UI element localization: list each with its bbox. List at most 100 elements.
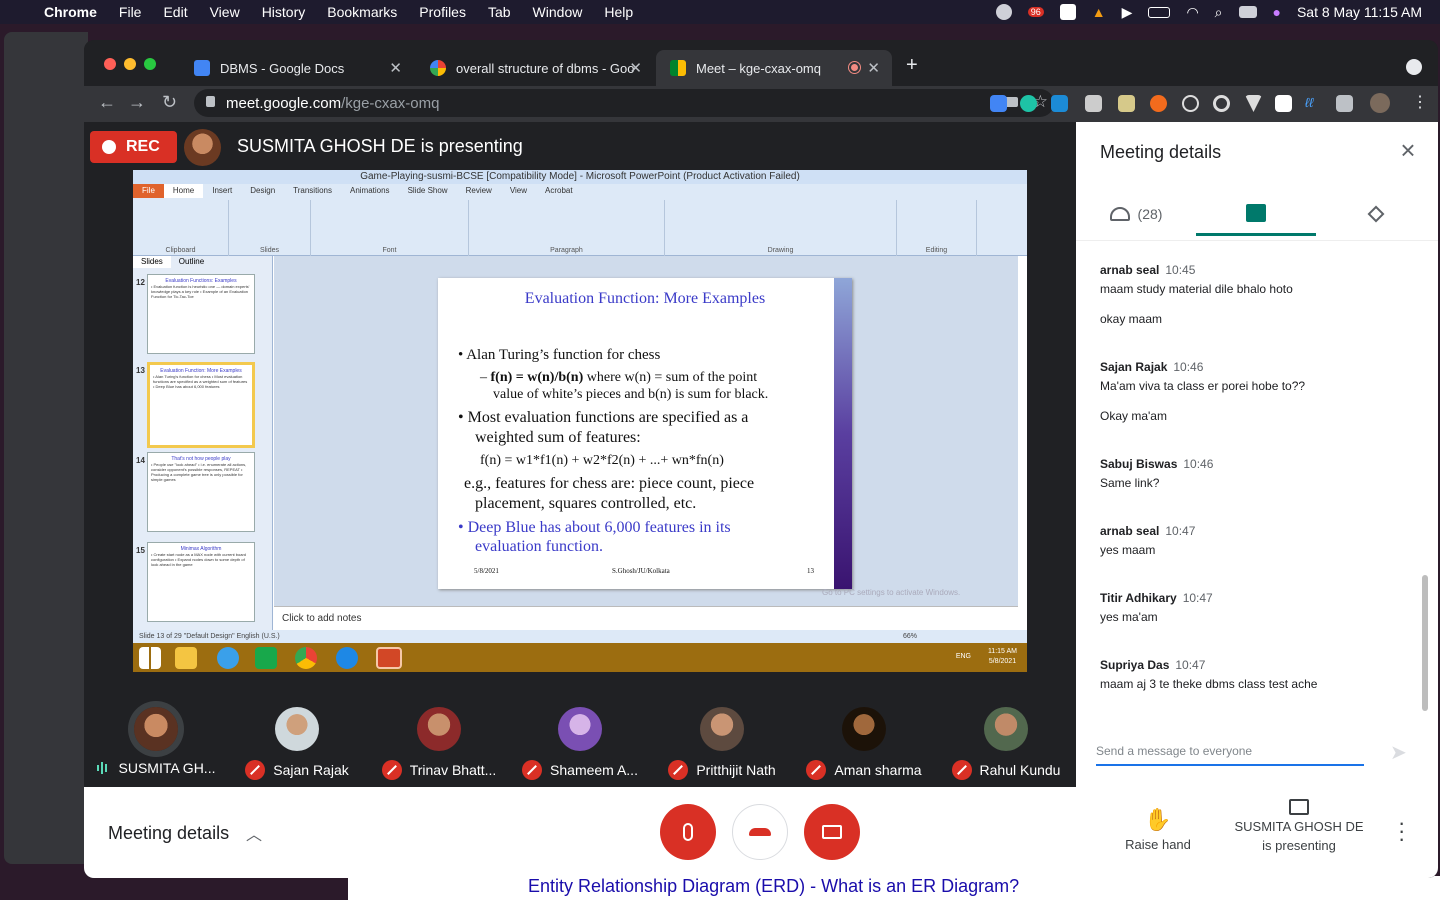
- menu-tab[interactable]: Tab: [488, 4, 511, 20]
- leave-call-button[interactable]: [732, 804, 788, 860]
- chevron-up-icon[interactable]: ︿: [246, 821, 262, 845]
- notification-badge[interactable]: 96: [1027, 7, 1044, 17]
- close-tab-icon[interactable]: ✕: [629, 59, 642, 77]
- chat-text: okay maam: [1100, 312, 1163, 326]
- participant-tile[interactable]: Aman sharma: [794, 707, 934, 780]
- present-button[interactable]: SUSMITA GHOSH DE is presenting: [1224, 799, 1374, 855]
- menu-profiles[interactable]: Profiles: [419, 4, 466, 20]
- powerpoint-title-bar: Game-Playing-susmi-BCSE [Compatibility M…: [133, 170, 1027, 184]
- menu-help[interactable]: Help: [604, 4, 633, 20]
- chat-scrollbar[interactable]: [1422, 575, 1428, 711]
- close-tab-icon[interactable]: ✕: [867, 59, 880, 77]
- background-webpage: Entity Relationship Diagram (ERD) - What…: [348, 876, 1440, 900]
- tab-activities[interactable]: [1316, 192, 1436, 236]
- zoom-level: 66%: [903, 633, 918, 640]
- app-tray-icon[interactable]: [995, 4, 1012, 20]
- docker-icon[interactable]: [1059, 4, 1076, 20]
- vlc-icon[interactable]: ▲: [1092, 4, 1106, 20]
- more-options-icon[interactable]: · · ·: [1398, 812, 1405, 850]
- menu-edit[interactable]: Edit: [163, 4, 187, 20]
- extension-orange-icon[interactable]: [1150, 95, 1167, 112]
- slide-title: Evaluation Function: More Examples: [524, 290, 766, 307]
- extension-react-icon[interactable]: [1182, 95, 1199, 112]
- close-window-button[interactable]: [104, 58, 116, 70]
- muted-mic-icon: [381, 760, 402, 780]
- participant-tile[interactable]: Rahul Kundu: [936, 707, 1076, 780]
- wifi-icon[interactable]: ◠: [1186, 4, 1198, 21]
- minimize-window-button[interactable]: [124, 58, 136, 70]
- chrome-taskbar-icon: [295, 647, 317, 669]
- extensions-icon[interactable]: [1336, 95, 1353, 112]
- extension-white-icon[interactable]: [1275, 95, 1292, 112]
- participant-tile[interactable]: Shameem A...: [510, 707, 650, 780]
- chrome-menu-icon[interactable]: ⋮: [1412, 92, 1428, 112]
- ribbon-tab-slideshow: Slide Show: [407, 186, 448, 195]
- send-message-input[interactable]: Send a message to everyone: [1096, 744, 1364, 766]
- ribbon-tab-review: Review: [465, 186, 492, 195]
- participant-tile[interactable]: Sajan Rajak: [227, 707, 367, 780]
- siri-icon[interactable]: ●: [1273, 4, 1281, 20]
- macos-menubar: Chrome File Edit View History Bookmarks …: [0, 0, 1440, 24]
- participant-avatar: [984, 707, 1028, 751]
- tab-docs[interactable]: DBMS - Google Docs ✕: [180, 50, 414, 86]
- extension-script-icon[interactable]: ℓℓ: [1305, 95, 1322, 112]
- menu-history[interactable]: History: [262, 4, 306, 20]
- new-tab-button[interactable]: +: [906, 54, 918, 77]
- meeting-details-panel: Meeting details × (28) arnab seal 10:45 m…: [1076, 122, 1438, 787]
- extension-image-icon[interactable]: [1118, 95, 1135, 112]
- ribbon-tab-design: Design: [250, 186, 276, 195]
- chat-text: maam study material dile bhalo hoto: [1100, 282, 1293, 296]
- tab-search-icon[interactable]: [1406, 59, 1422, 75]
- bullet-1: • Alan Turing’s function for chess: [458, 347, 661, 363]
- send-icon[interactable]: ➤: [1390, 740, 1407, 765]
- close-icon[interactable]: ×: [1396, 137, 1420, 163]
- forward-icon[interactable]: →: [128, 92, 146, 113]
- clock-datetime[interactable]: Sat 8 May 11:15 AM: [1297, 4, 1422, 20]
- extension-ring-icon[interactable]: [1213, 95, 1230, 112]
- meeting-details-button[interactable]: Meeting details: [108, 823, 229, 844]
- menu-bookmarks[interactable]: Bookmarks: [327, 4, 397, 20]
- chrome-window: DBMS - Google Docs ✕ overall structure o…: [84, 40, 1438, 878]
- background-page-heading: Entity Relationship Diagram (ERD) - What…: [528, 876, 1020, 896]
- extension-mendeley-icon[interactable]: [1051, 95, 1068, 112]
- mic-off-button[interactable]: [660, 804, 716, 860]
- menu-chrome[interactable]: Chrome: [44, 4, 97, 20]
- zoom-window-button[interactable]: [144, 58, 156, 70]
- tab-people[interactable]: (28): [1076, 192, 1196, 236]
- profile-avatar[interactable]: [1370, 93, 1390, 113]
- ribbon-tab-file: File: [133, 184, 164, 198]
- outline-pane-tab: Outline: [178, 257, 205, 266]
- shared-screen: Game-Playing-susmi-BCSE [Compatibility M…: [133, 170, 1027, 672]
- tab-chat[interactable]: [1196, 192, 1316, 236]
- muted-mic-icon: [951, 760, 972, 780]
- participant-name: Pritthijit Nath: [696, 762, 776, 778]
- participant-tile[interactable]: SUSMITA GH...: [86, 707, 226, 776]
- extension-puzzle-icon[interactable]: [1085, 95, 1102, 112]
- close-tab-icon[interactable]: ✕: [389, 59, 402, 77]
- search-icon[interactable]: ⌕: [1215, 4, 1223, 21]
- raise-hand-button[interactable]: ✋ Raise hand: [1114, 807, 1202, 852]
- extension-m-icon[interactable]: [1020, 95, 1037, 112]
- back-icon[interactable]: ←: [98, 92, 116, 113]
- participant-tile[interactable]: Pritthijit Nath: [652, 707, 792, 780]
- menu-view[interactable]: View: [210, 4, 240, 20]
- control-center-icon[interactable]: [1238, 6, 1257, 18]
- tab-meet[interactable]: Meet – kge-cxax-omq ✕: [656, 50, 892, 86]
- tab-title: DBMS - Google Docs: [220, 60, 345, 76]
- battery-icon[interactable]: [1148, 6, 1171, 18]
- ribbon-tab-acrobat: Acrobat: [545, 186, 573, 195]
- participant-name: Rahul Kundu: [979, 762, 1061, 778]
- present-label-line2: is presenting: [1262, 838, 1336, 853]
- reload-icon[interactable]: ↻: [162, 92, 177, 113]
- extension-translate-icon[interactable]: [990, 95, 1007, 112]
- participant-tile[interactable]: Trinav Bhatt...: [369, 707, 509, 780]
- slide-thumbnail: Evaluation Functions: Examples • Evaluati…: [147, 274, 255, 354]
- extension-vue-icon[interactable]: [1245, 95, 1262, 112]
- camera-off-button[interactable]: [804, 804, 860, 860]
- address-bar[interactable]: meet.google.com/kge-cxax-omq ☆: [194, 89, 1054, 117]
- tab-search[interactable]: overall structure of dbms - Goo ✕: [416, 50, 654, 86]
- chat-message: arnab seal 10:45: [1100, 263, 1196, 277]
- menu-file[interactable]: File: [119, 4, 142, 20]
- menu-window[interactable]: Window: [533, 4, 583, 20]
- play-icon[interactable]: ▶: [1122, 4, 1133, 21]
